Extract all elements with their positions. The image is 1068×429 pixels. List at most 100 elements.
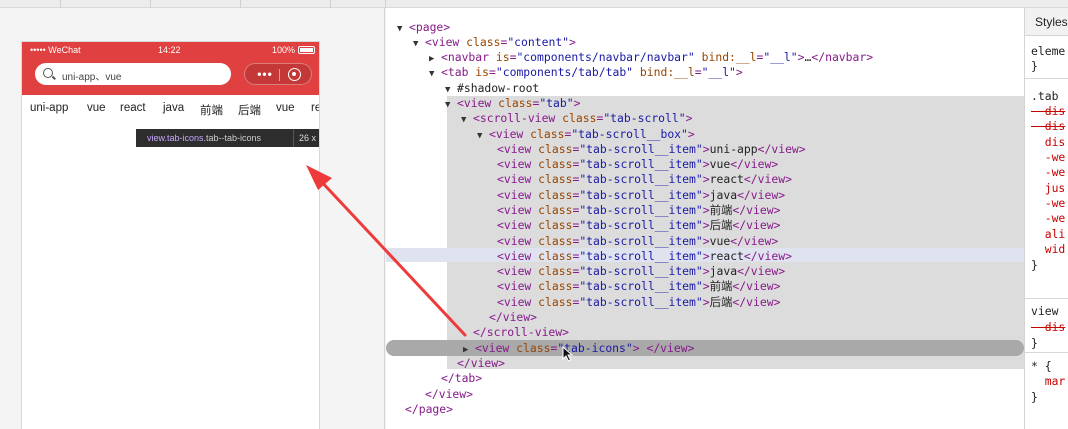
dom-token: 前端 <box>709 279 733 293</box>
close-miniprogram-icon[interactable] <box>288 68 301 81</box>
dom-token: <view <box>497 203 539 217</box>
search-input[interactable]: uni-app、vue <box>35 63 231 85</box>
dom-node-line[interactable]: <view class="tab-scroll__item">前端</view> <box>497 203 780 218</box>
dom-token: > <box>702 218 710 232</box>
dom-token: </view> <box>757 142 806 156</box>
dom-node-line[interactable]: ▼ <tab is="components/tab/tab" bind:__l="… <box>429 65 743 80</box>
style-rule-line: dis <box>1031 320 1066 334</box>
dom-node-line[interactable]: </view> <box>457 356 505 371</box>
dom-token: <view <box>497 295 539 309</box>
dom-token: java <box>709 188 738 202</box>
tooltip-selector-rest: .tab--tab-icons <box>203 133 262 143</box>
mouse-cursor-icon <box>562 346 574 362</box>
dom-node-line[interactable]: </view> <box>489 310 537 325</box>
phone-screen: ••••• WeChat 14:22 100% uni-app、vue ••• … <box>21 41 320 429</box>
elements-panel: ▼ <page> ▼ <view class="content"> ▶ <navbar i… <box>386 8 1024 429</box>
dom-token: </view> <box>732 295 781 309</box>
dom-token: <view <box>457 96 499 110</box>
dom-token: "tab-scroll__box" <box>571 127 688 141</box>
dom-node-line[interactable]: <view class="tab-scroll__item">vue</view… <box>497 157 778 172</box>
collapse-triangle-icon[interactable]: ▼ <box>429 67 441 82</box>
style-rule-line: eleme <box>1031 44 1066 58</box>
dom-node-line[interactable]: <view class="tab-scroll__item">react</vi… <box>497 249 792 264</box>
miniprogram-capsule: ••• <box>244 63 312 85</box>
style-rule-separator <box>1025 352 1068 353</box>
dom-node-line[interactable]: ▼ #shadow-root <box>445 81 539 96</box>
dom-node-line[interactable]: ▶ <navbar is="components/navbar/navbar" b… <box>429 50 873 65</box>
collapse-triangle-icon[interactable]: ▼ <box>397 22 409 37</box>
tooltip-size: 26 x <box>293 129 319 147</box>
tab-item[interactable]: java <box>163 102 184 114</box>
dom-node-line[interactable]: <view class="tab-scroll__item">后端</view> <box>497 218 780 233</box>
capsule-divider <box>279 69 280 81</box>
collapse-triangle-icon[interactable]: ▼ <box>413 37 425 52</box>
dom-node-line[interactable]: </tab> <box>441 371 482 386</box>
dom-token: > <box>573 96 581 110</box>
tab-item[interactable]: vue <box>276 102 295 114</box>
top-tab-divider <box>240 0 241 8</box>
dom-node-line[interactable]: ▶ <view class="tab-icons"> </view> <box>463 341 694 356</box>
style-rule-line: -we <box>1031 196 1066 210</box>
dom-token: class <box>466 35 501 49</box>
dom-token: react <box>709 249 744 263</box>
dom-token: class <box>530 127 565 141</box>
dom-node-line[interactable]: ▼ <view class="tab-scroll__box"> <box>477 127 695 142</box>
dom-token: </view> <box>425 387 474 401</box>
dom-node-line[interactable]: <view class="tab-scroll__item">react</vi… <box>497 172 792 187</box>
collapse-triangle-icon[interactable]: ▼ <box>461 113 473 128</box>
dom-node-line[interactable]: <view class="tab-scroll__item">uni-app</… <box>497 142 806 157</box>
dom-token: </view> <box>489 310 538 324</box>
dom-token: > <box>687 127 695 141</box>
dom-node-line[interactable]: </view> <box>425 387 473 402</box>
tab-item[interactable]: re <box>311 102 319 114</box>
dom-node-line[interactable]: ▼ <view class="content"> <box>413 35 576 50</box>
dom-node-line[interactable]: </page> <box>405 402 453 417</box>
tab-item[interactable]: uni-app <box>30 102 68 114</box>
dom-token: vue <box>709 157 731 171</box>
dom-token: <view <box>497 172 539 186</box>
dom-node-line[interactable]: ▼ <page> <box>397 20 450 35</box>
tab-item[interactable]: 后端 <box>238 102 261 118</box>
tab-item[interactable]: react <box>120 102 146 114</box>
dom-token: </tab> <box>441 371 483 385</box>
style-rule-line: view <box>1031 304 1059 318</box>
devtools-top-tab-strip <box>0 0 1068 8</box>
dom-token: <view <box>425 35 467 49</box>
dom-node-line[interactable]: <view class="tab-scroll__item">vue</view… <box>497 234 778 249</box>
tab-item[interactable]: vue <box>87 102 106 114</box>
dom-token: class <box>498 96 533 110</box>
tab-item[interactable]: 前端 <box>200 102 223 118</box>
dom-node-line[interactable]: </scroll-view> <box>473 325 569 340</box>
dom-token: "tab-scroll__item" <box>579 203 703 217</box>
collapse-triangle-icon[interactable]: ▼ <box>477 129 489 144</box>
dom-token: "content" <box>507 35 570 49</box>
dom-node-line[interactable]: <view class="tab-scroll__item">后端</view> <box>497 295 780 310</box>
dom-token: > <box>702 249 710 263</box>
dom-node-line[interactable]: ▼ <scroll-view class="tab-scroll"> <box>461 111 692 126</box>
tab-scroll-row[interactable]: uni-app vue react java 前端后端 vue re <box>22 102 319 120</box>
dom-token: > <box>569 35 576 49</box>
dom-token: "components/tab/tab" <box>495 65 634 79</box>
dom-node-line[interactable]: <view class="tab-scroll__item">java</vie… <box>497 264 785 279</box>
dom-token: class <box>538 203 573 217</box>
dom-token: "tab-scroll__item" <box>579 264 703 278</box>
status-bar: ••••• WeChat 14:22 100% <box>22 42 319 58</box>
more-icon[interactable]: ••• <box>253 68 277 82</box>
dom-node-line[interactable]: <view class="tab-scroll__item">java</vie… <box>497 188 785 203</box>
collapse-triangle-icon[interactable]: ▼ <box>445 98 457 113</box>
dom-node-line[interactable]: ▼ <view class="tab"> <box>445 96 580 111</box>
dom-token <box>633 65 640 79</box>
dom-token: class <box>538 142 573 156</box>
style-rule-line: dis <box>1031 119 1066 133</box>
style-rule-line: } <box>1031 59 1038 73</box>
styles-tab[interactable]: Styles <box>1025 8 1068 36</box>
dom-token: class <box>538 295 573 309</box>
tooltip-selector-main: view.tab-icons <box>147 133 204 143</box>
dom-token: </view> <box>730 157 779 171</box>
dom-token: <view <box>497 234 539 248</box>
style-rule-line: .tab <box>1031 89 1059 103</box>
style-rule-line: jus <box>1031 181 1066 195</box>
dom-token: </view> <box>730 234 779 248</box>
dom-node-line[interactable]: <view class="tab-scroll__item">前端</view> <box>497 279 780 294</box>
battery-icon <box>298 46 315 54</box>
